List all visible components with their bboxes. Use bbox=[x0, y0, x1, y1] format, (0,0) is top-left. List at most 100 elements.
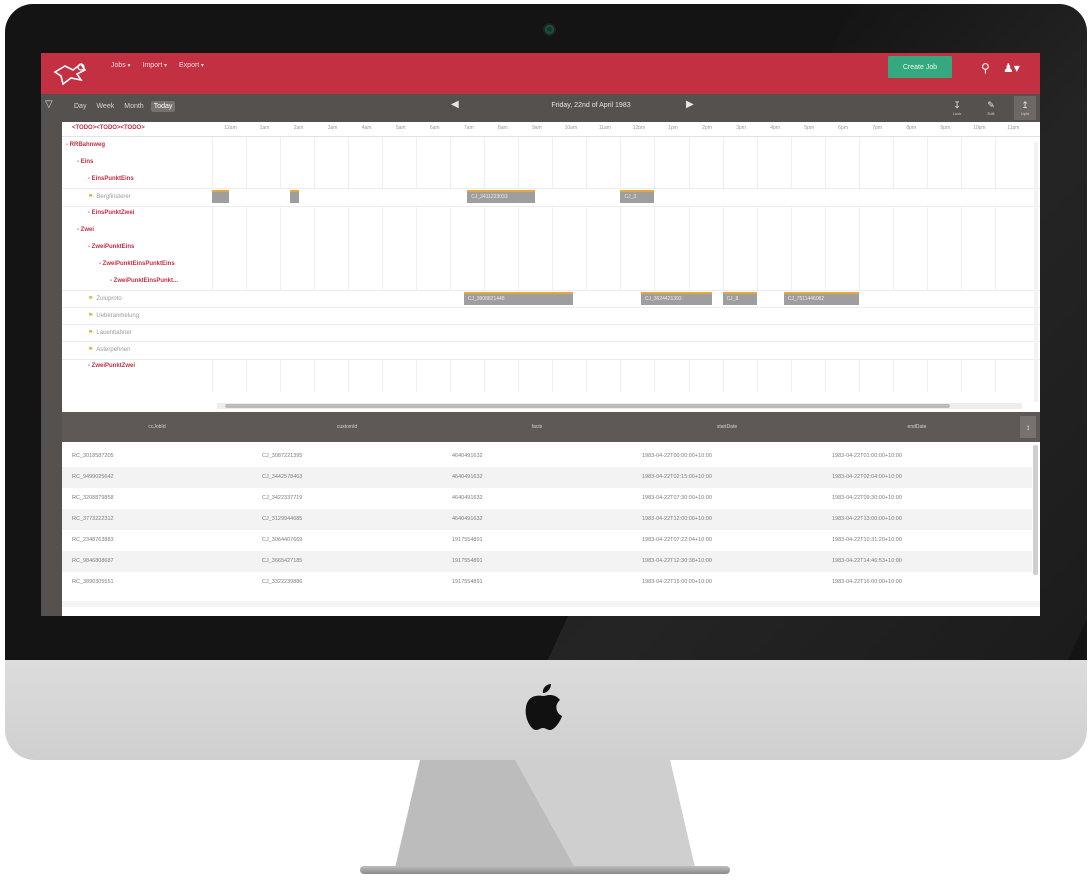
tree-group-row[interactable]: - ZweiPunktEinsPunkt... bbox=[62, 273, 1040, 290]
table-row[interactable]: RC_9846808687 CJ_3665427185 1917554891 1983… bbox=[62, 551, 1032, 572]
hour-label: 10am bbox=[564, 125, 578, 131]
col-header-ccjobid[interactable]: ccJobId bbox=[62, 412, 252, 442]
hour-label: 7pm bbox=[872, 125, 883, 131]
schedule-event[interactable] bbox=[290, 190, 299, 203]
table-cell-ccjobid: RC_3773222312 bbox=[72, 516, 114, 522]
tree-row-text: - Eins bbox=[77, 159, 94, 165]
table-cell-startdate: 1983-04-22T15:00:00+10:00 bbox=[642, 579, 712, 585]
table-cell-enddate: 1983-04-22T14:46:53+10:00 bbox=[832, 558, 902, 564]
hour-label: 11am bbox=[598, 125, 611, 131]
tree-row-label: ⚑ Asterpehnen bbox=[88, 342, 130, 359]
hour-label: 9am bbox=[531, 125, 542, 131]
table-row[interactable]: RC_3018587205 CJ_3087221395 4640491632 1983… bbox=[62, 446, 1032, 467]
table-cell-facts: 4640491632 bbox=[452, 474, 483, 480]
tree-group-row[interactable]: - ZweiPunktEinsPunktEins bbox=[62, 256, 1040, 273]
tree-group-row[interactable]: - EinsPunktZwei bbox=[62, 205, 1040, 222]
monitor-stand bbox=[395, 760, 695, 868]
jobs-table: RC_3018587205 CJ_3087221395 4640491632 1983… bbox=[62, 442, 1040, 602]
table-cell-ccjobid: RC_3890305551 bbox=[72, 579, 114, 585]
scheduler-header: <TODO><TODO><TODO> 12am 1am 2am 3am 4am 5am 6a… bbox=[62, 122, 1040, 137]
tree-row-text: - EinsPunktZwei bbox=[88, 210, 135, 216]
toolbar-actions: ↧ Lock ✎ Edit ↥ Upld bbox=[946, 96, 1036, 120]
prev-day-icon[interactable]: ◀ bbox=[451, 99, 459, 110]
table-cell-customid: CJ_3064407669 bbox=[262, 537, 303, 543]
tree-row-text: Asterpehnen bbox=[96, 347, 131, 353]
view-month-button[interactable]: Month bbox=[121, 101, 146, 112]
table-cell-startdate: 1983-04-22T02:15:00+10:00 bbox=[642, 474, 712, 480]
view-day-button[interactable]: Day bbox=[71, 101, 89, 112]
upload-icon[interactable]: ↥ Upld bbox=[1014, 96, 1036, 120]
hour-label: 12am bbox=[224, 125, 237, 131]
view-week-button[interactable]: Week bbox=[93, 101, 117, 112]
tree-row-text: Bergfinsterer bbox=[96, 194, 131, 200]
schedule-event[interactable]: CJ_3411223033 bbox=[467, 190, 536, 203]
tree-row-label: - ZweiPunktZwei bbox=[88, 358, 135, 375]
schedule-event[interactable] bbox=[212, 190, 230, 203]
app-logo-icon bbox=[53, 62, 87, 86]
schedule-event[interactable]: CJ_7511446082 bbox=[783, 292, 859, 305]
schedule-event[interactable]: CJ_3624421393 bbox=[640, 292, 713, 305]
hour-label: 7am bbox=[463, 125, 474, 131]
menu-export[interactable]: Export bbox=[179, 62, 204, 69]
tree-group-row[interactable]: - Zwei bbox=[62, 222, 1040, 239]
table-vscrollbar[interactable] bbox=[1033, 445, 1038, 575]
tree-group-row[interactable]: - RRBahnweg bbox=[62, 137, 1040, 154]
tree-row-label: ⚑ Lauenbahner bbox=[88, 325, 132, 342]
table-row[interactable]: RC_2348763883 CJ_3064407669 1917554891 1983… bbox=[62, 530, 1032, 551]
table-cell-facts: 4640491632 bbox=[452, 453, 483, 459]
menu-jobs[interactable]: Jobs bbox=[111, 62, 130, 69]
sort-toggle-icon[interactable]: ↕ bbox=[1020, 416, 1036, 438]
scheduler-vscrollbar[interactable] bbox=[1034, 142, 1038, 402]
today-button[interactable]: Today bbox=[150, 101, 176, 112]
schedule-event[interactable]: CJ_3 bbox=[620, 190, 655, 203]
download-icon[interactable]: ↧ Lock bbox=[946, 96, 968, 120]
scheduler-hscroll-thumb[interactable] bbox=[225, 404, 950, 408]
camera-icon bbox=[545, 25, 554, 34]
table-cell-startdate: 1983-04-22T07:30:00+10:00 bbox=[642, 495, 712, 501]
hour-label: 4am bbox=[361, 125, 372, 131]
create-job-button[interactable]: Create Job bbox=[888, 56, 952, 78]
tree-group-row[interactable]: - EinsPunktEins bbox=[62, 171, 1040, 188]
table-cell-ccjobid: RC_3018587205 bbox=[72, 453, 114, 459]
table-cell-customid: CJ_3087221395 bbox=[262, 453, 303, 459]
hour-label: 2pm bbox=[702, 125, 712, 131]
hour-label: 4pm bbox=[770, 125, 780, 131]
col-header-startdate[interactable]: startDate bbox=[632, 412, 822, 442]
table-cell-ccjobid: RC_3208879858 bbox=[72, 495, 114, 501]
schedule-event[interactable]: CJ_3908821448 bbox=[463, 292, 573, 305]
tree-row-text: - EinsPunktEins bbox=[88, 176, 134, 182]
schedule-event[interactable]: CJ_8 bbox=[722, 292, 757, 305]
table-row[interactable]: RC_9499025642 CJ_3442578463 4640491632 1983… bbox=[62, 467, 1032, 488]
tree-row-text: - ZweiPunktEins bbox=[88, 244, 135, 250]
filter-icon[interactable]: ▽ bbox=[45, 99, 53, 110]
tree-row-label: - ZweiPunktEins bbox=[88, 239, 134, 256]
table-cell-startdate: 1983-04-22T12:00:00+10:00 bbox=[642, 516, 712, 522]
table-row[interactable]: RC_3208879858 CJ_3422337719 4640491632 1983… bbox=[62, 488, 1032, 509]
hour-label: 11pm bbox=[1007, 125, 1020, 131]
edit-icon[interactable]: ✎ Edit bbox=[980, 96, 1002, 120]
table-row[interactable]: RC_3890305551 CJ_3322239886 1917554891 1983… bbox=[62, 572, 1032, 593]
user-icon[interactable]: ♟▾ bbox=[1003, 61, 1020, 75]
scheduler-hscrollbar[interactable] bbox=[217, 403, 1022, 409]
tree-row-label: ⚑ Zuluproto bbox=[88, 291, 122, 308]
tree-row-label: - ZweiPunktEinsPunkt... bbox=[110, 273, 178, 290]
hour-label: 2am bbox=[293, 125, 304, 131]
col-header-facts[interactable]: facts bbox=[442, 412, 632, 442]
col-header-enddate[interactable]: endDate bbox=[822, 412, 1012, 442]
tree-group-row[interactable]: - ZweiPunktZwei bbox=[62, 358, 1040, 375]
tree-row-text: Lauenbahner bbox=[96, 330, 132, 336]
hour-label: 9pm bbox=[940, 125, 951, 131]
menu-import[interactable]: Import bbox=[142, 62, 167, 69]
tree-row-text: - ZweiPunktEinsPunktEins bbox=[99, 261, 175, 267]
hour-label: 8am bbox=[497, 125, 508, 131]
app-screen: Jobs Import Export Create Job ⚲ ♟▾ Day W… bbox=[41, 53, 1040, 616]
search-icon[interactable]: ⚲ bbox=[981, 61, 990, 75]
col-header-customid[interactable]: customId bbox=[252, 412, 442, 442]
table-cell-facts: 4640491632 bbox=[452, 495, 483, 501]
tree-group-row[interactable]: - Eins bbox=[62, 154, 1040, 171]
table-hscrollbar[interactable] bbox=[62, 601, 1040, 607]
tree-row-text: - Zwei bbox=[77, 227, 95, 233]
tree-group-row[interactable]: - ZweiPunktEins bbox=[62, 239, 1040, 256]
next-day-icon[interactable]: ▶ bbox=[686, 99, 694, 110]
table-row[interactable]: RC_3773222312 CJ_3129944685 4640491632 1983… bbox=[62, 509, 1032, 530]
